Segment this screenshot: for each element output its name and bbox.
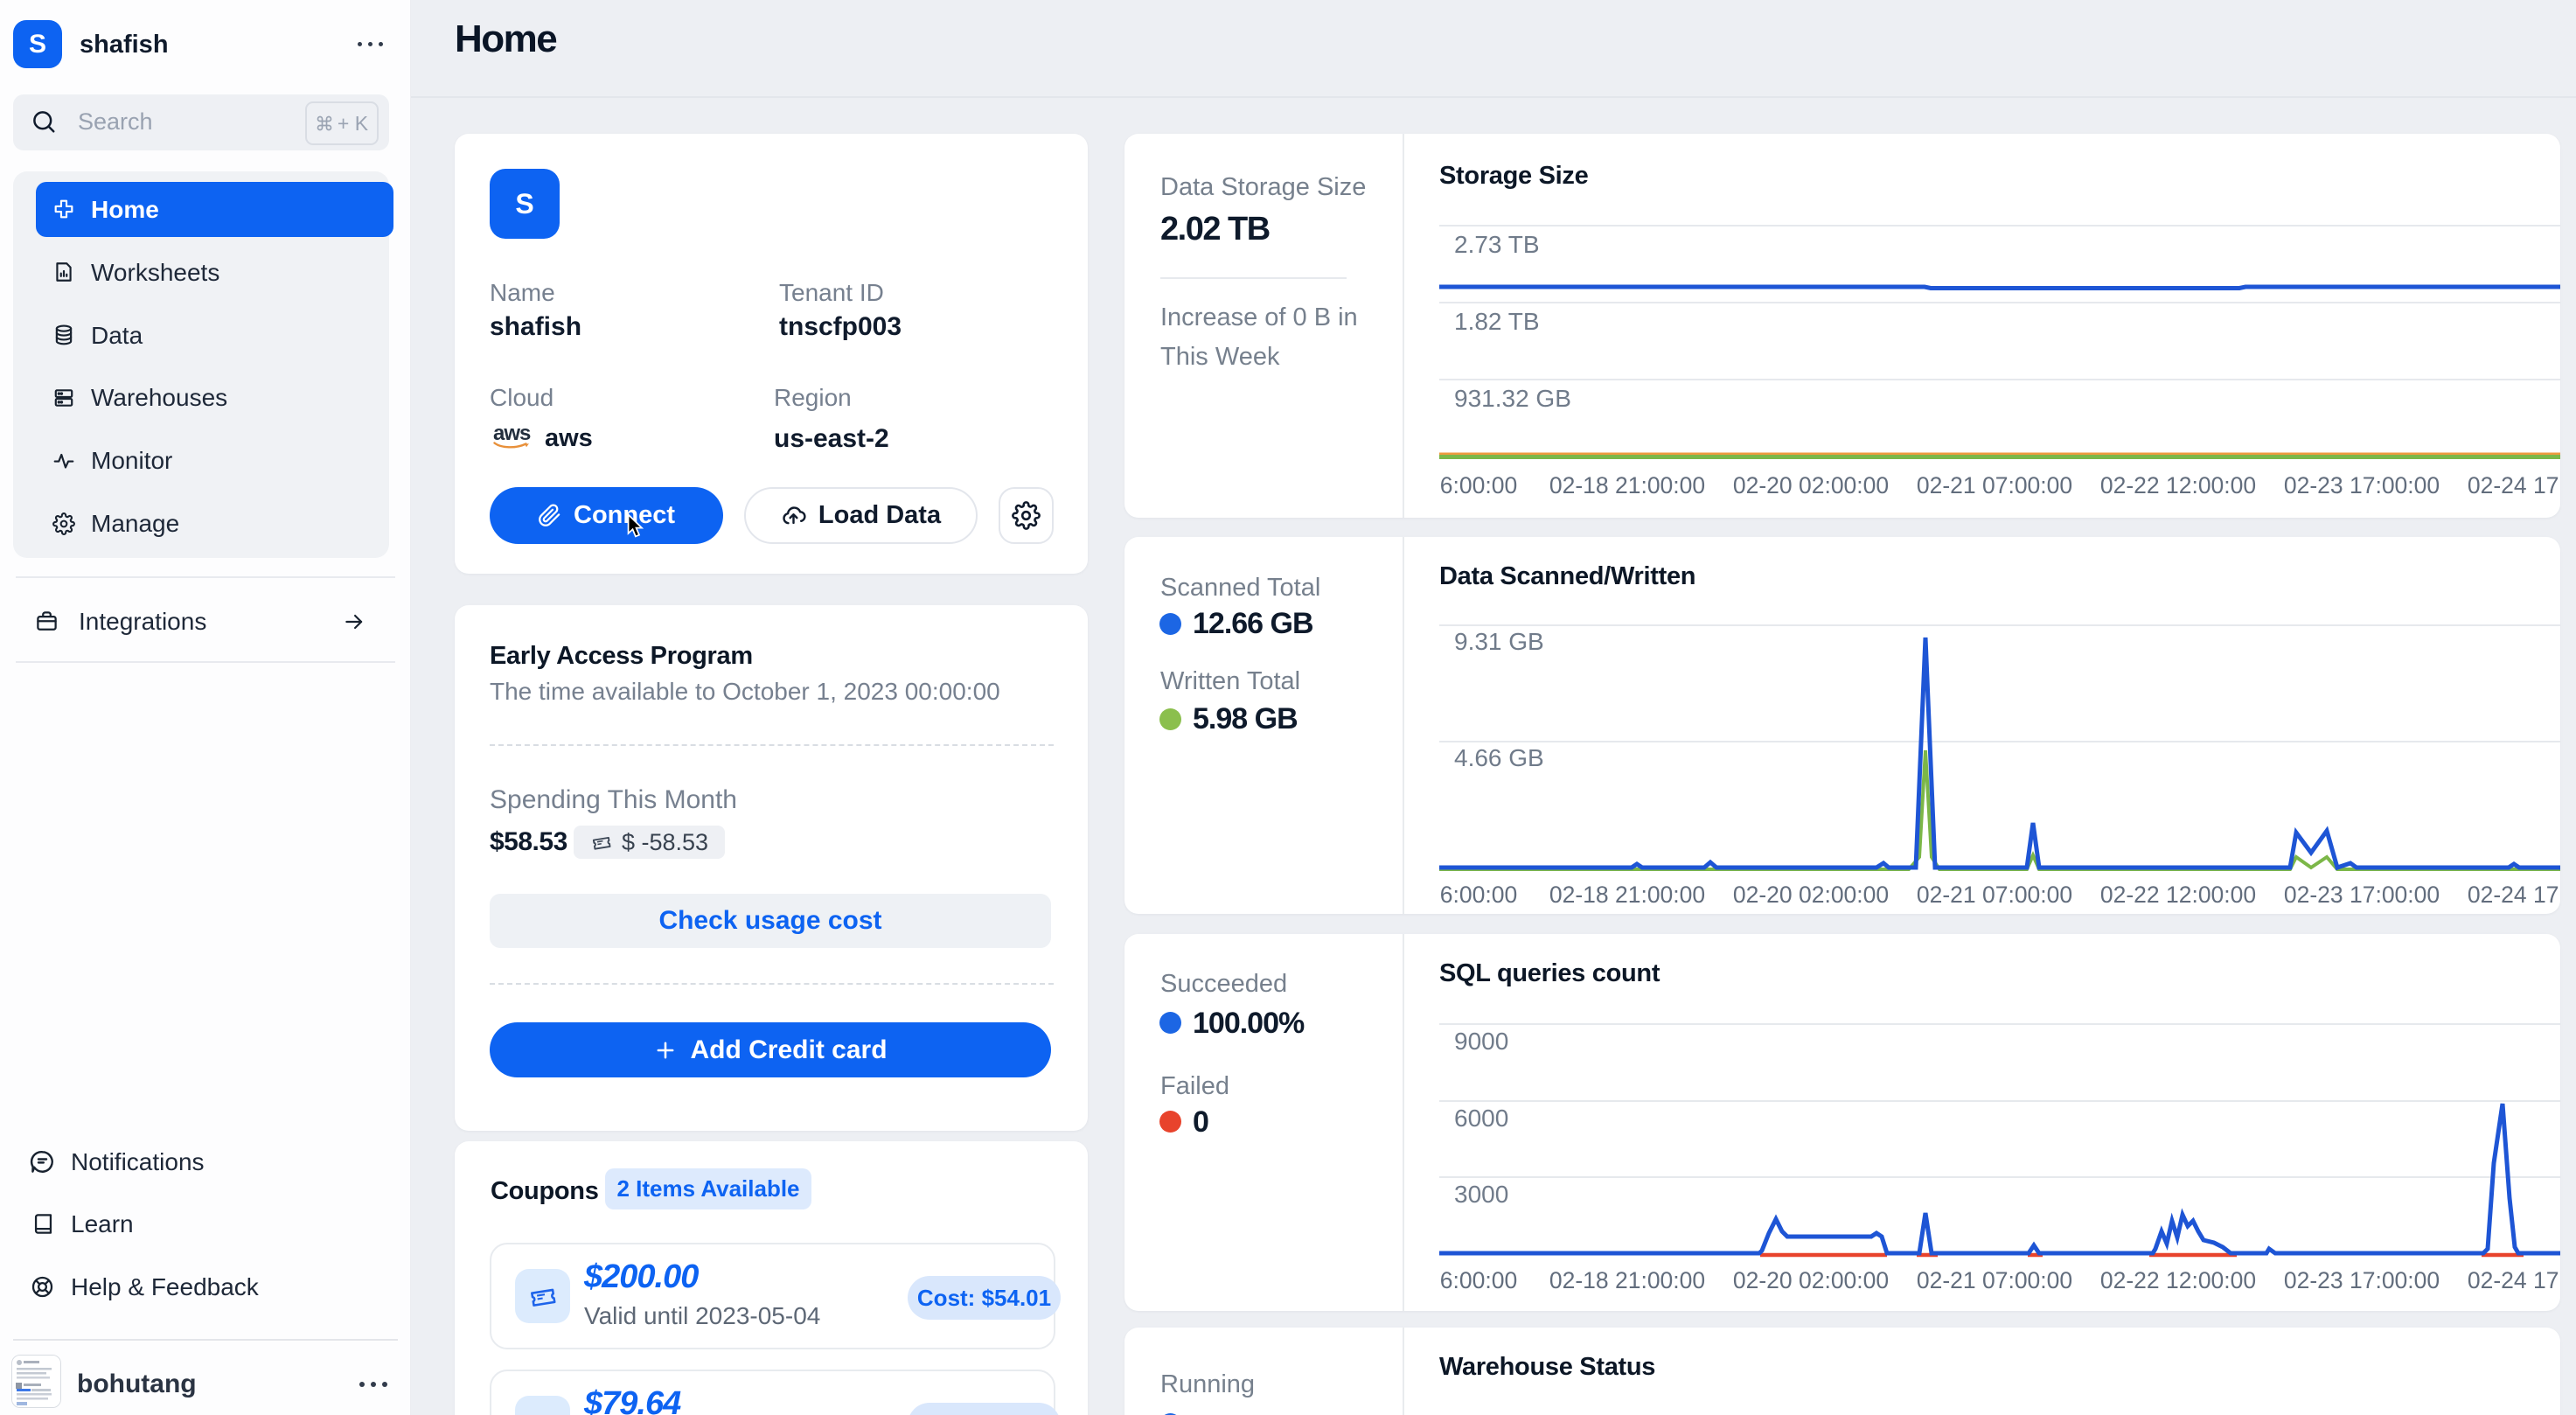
svg-text:4.66 GB: 4.66 GB (1454, 744, 1544, 771)
svg-text:02-23 17:00:00: 02-23 17:00:00 (2284, 882, 2440, 905)
svg-text:02-21 07:00:00: 02-21 07:00:00 (1917, 472, 2072, 498)
svg-text:02-24 17:00:00: 02-24 17:00:00 (2468, 472, 2560, 498)
svg-text:1.82 TB: 1.82 TB (1454, 308, 1540, 335)
svg-text:02-20 02:00:00: 02-20 02:00:00 (1733, 882, 1889, 905)
svg-text:02-23 17:00:00: 02-23 17:00:00 (2284, 472, 2440, 498)
svg-text:02-22 12:00:00: 02-22 12:00:00 (2100, 1267, 2256, 1293)
svg-text:02-24 17:00:00: 02-24 17:00:00 (2468, 882, 2560, 905)
svg-text:02-22 12:00:00: 02-22 12:00:00 (2100, 882, 2256, 905)
svg-text:02-22 12:00:00: 02-22 12:00:00 (2100, 472, 2256, 498)
svg-text:02-18 21:00:00: 02-18 21:00:00 (1549, 882, 1705, 905)
svg-text:02-20 02:00:00: 02-20 02:00:00 (1733, 472, 1889, 498)
svg-text:3000: 3000 (1454, 1181, 1508, 1208)
svg-text:9.31 GB: 9.31 GB (1454, 628, 1544, 655)
svg-text:931.32 GB: 931.32 GB (1454, 385, 1571, 412)
svg-text:9000: 9000 (1454, 1028, 1508, 1055)
svg-text:02-21 07:00:00: 02-21 07:00:00 (1917, 1267, 2072, 1293)
svg-text:6:00:00: 6:00:00 (1440, 472, 1517, 498)
svg-text:2.73 TB: 2.73 TB (1454, 231, 1540, 258)
svg-text:6000: 6000 (1454, 1105, 1508, 1132)
svg-text:02-18 21:00:00: 02-18 21:00:00 (1549, 1267, 1705, 1293)
svg-text:6:00:00: 6:00:00 (1440, 882, 1517, 905)
svg-text:02-24 17:00:00: 02-24 17:00:00 (2468, 1267, 2560, 1293)
svg-text:02-21 07:00:00: 02-21 07:00:00 (1917, 882, 2072, 905)
svg-text:6:00:00: 6:00:00 (1440, 1267, 1517, 1293)
svg-text:02-23 17:00:00: 02-23 17:00:00 (2284, 1267, 2440, 1293)
svg-text:02-18 21:00:00: 02-18 21:00:00 (1549, 472, 1705, 498)
svg-text:02-20 02:00:00: 02-20 02:00:00 (1733, 1267, 1889, 1293)
